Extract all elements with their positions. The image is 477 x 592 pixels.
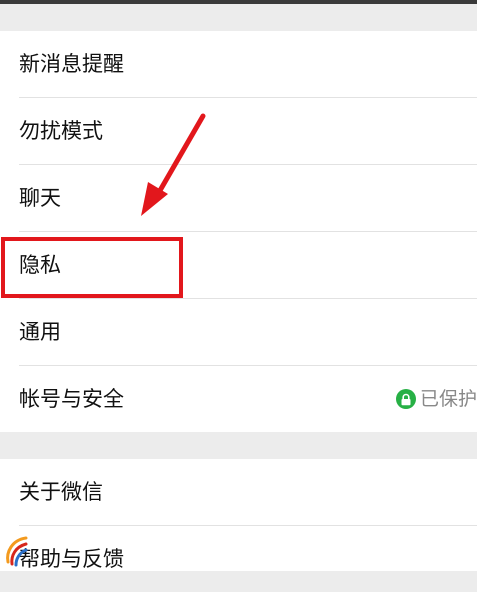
settings-item-label: 关于微信 <box>19 480 103 504</box>
top-bar <box>0 0 477 4</box>
privacy-highlight-box <box>1 237 183 298</box>
watermark-logo <box>6 536 28 567</box>
settings-item-chat[interactable]: 聊天 <box>0 165 477 231</box>
settings-item-general[interactable]: 通用 <box>0 299 477 365</box>
settings-item-new-message-alerts[interactable]: 新消息提醒 <box>0 31 477 97</box>
protection-status-text: 已保护 <box>419 388 477 410</box>
settings-item-label: 新消息提醒 <box>19 52 124 76</box>
settings-item-do-not-disturb[interactable]: 勿扰模式 <box>0 98 477 164</box>
settings-group-secondary: 关于微信 帮助与反馈 <box>0 459 477 571</box>
settings-item-about[interactable]: 关于微信 <box>0 459 477 525</box>
protection-status: 已保护 <box>395 387 477 411</box>
settings-item-label: 帐号与安全 <box>19 387 124 411</box>
settings-group-main: 新消息提醒 勿扰模式 聊天 隐私 通用 帐号与安全 已保护 <box>0 31 477 432</box>
settings-item-label: 通用 <box>19 320 61 344</box>
settings-item-label: 勿扰模式 <box>19 119 103 143</box>
lock-icon <box>395 389 416 409</box>
settings-item-help-feedback[interactable]: 帮助与反馈 <box>0 526 477 592</box>
settings-item-label: 聊天 <box>19 186 61 210</box>
settings-item-account-security[interactable]: 帐号与安全 已保护 <box>0 366 477 432</box>
